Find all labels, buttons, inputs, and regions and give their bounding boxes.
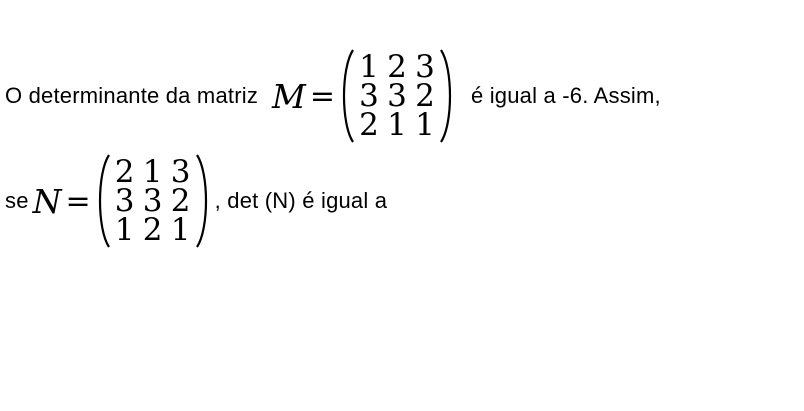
matrix-m: 1 2 3 3 3 2 2 1 1 [339,46,455,146]
left-parenthesis [342,49,354,143]
determinant-value-text: é igual a -6. Assim, [470,83,661,108]
statement-line-2: se N = 2 1 3 3 3 2 1 2 1 , det (N) é igu… [5,151,387,251]
equals-sign: = [309,78,335,114]
matrix-n-cell: 2 [142,211,163,248]
matrix-m-variable: M [272,76,306,116]
matrix-n-variable: N [32,181,62,221]
statement-line-1: O determinante da matriz M = 1 2 3 3 3 2… [5,46,661,146]
equals-sign: = [65,183,91,219]
matrix-n-cell: 1 [114,211,135,248]
matrix-n-grid: 2 1 3 3 3 2 1 2 1 [111,156,195,248]
question-text: , det (N) é igual a [214,188,388,213]
matrix-m-cell: 1 [415,106,435,143]
right-parenthesis [195,154,207,248]
matrix-n-cell: 1 [170,211,191,248]
matrix-m-grid: 1 2 3 3 3 2 2 1 1 [355,51,439,143]
matrix-n: 2 1 3 3 3 2 1 2 1 [95,151,211,251]
right-parenthesis [440,49,452,143]
matrix-m-cell: 2 [359,106,379,143]
conditional-text: se [5,188,29,213]
matrix-m-cell: 1 [387,106,407,143]
intro-text: O determinante da matriz [5,83,259,108]
left-parenthesis [98,154,110,248]
